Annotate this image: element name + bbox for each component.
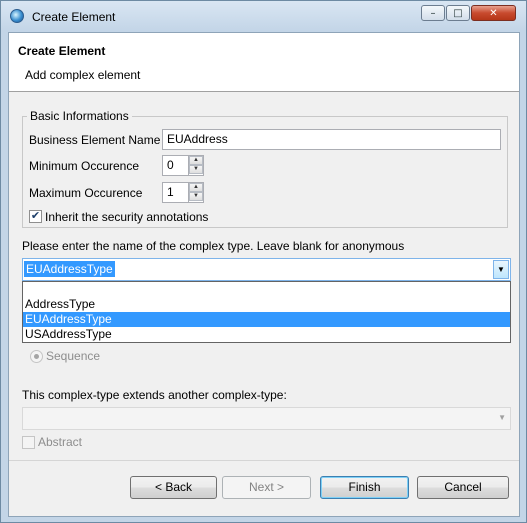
window-title: Create Element	[32, 10, 116, 24]
sequence-label: Sequence	[46, 349, 101, 363]
finish-button[interactable]: Finish	[320, 476, 409, 499]
minimum-occurence-label: Minimum Occurence	[29, 159, 140, 173]
business-element-name-label: Business Element Name	[29, 133, 161, 147]
complex-type-selected-text[interactable]: EUAddressType	[24, 261, 115, 277]
maximum-occurence-label: Maximum Occurence	[29, 186, 143, 200]
back-button[interactable]: < Back	[130, 476, 217, 499]
dropdown-option-usaddresstype[interactable]: USAddressType	[23, 327, 510, 342]
basic-info-legend: Basic Informations	[27, 109, 132, 123]
cancel-button[interactable]: Cancel	[417, 476, 509, 499]
chevron-down-icon: ▼	[498, 413, 506, 422]
wizard-header: Create Element Add complex element	[9, 33, 519, 92]
header-subtitle: Add complex element	[25, 68, 141, 82]
maximum-occurence-spinner[interactable]: ▲ ▼	[189, 182, 204, 203]
abstract-checkbox[interactable]	[22, 436, 35, 449]
next-button[interactable]: Next >	[222, 476, 311, 499]
inherit-security-checkbox[interactable]: ✔	[29, 210, 42, 223]
sequence-radio[interactable]	[30, 350, 43, 363]
app-icon	[10, 9, 24, 23]
spin-up-icon[interactable]: ▲	[189, 183, 203, 192]
inherit-security-label[interactable]: Inherit the security annotations	[45, 210, 208, 224]
minimum-occurence-spinner[interactable]: ▲ ▼	[189, 155, 204, 176]
maximum-occurence-input[interactable]: 1	[162, 182, 189, 203]
header-title: Create Element	[18, 44, 106, 58]
complex-type-dropdown-list[interactable]: AddressType EUAddressType USAddressType	[22, 281, 511, 343]
complex-type-combo[interactable]: EUAddressType ▼	[22, 258, 511, 281]
dropdown-option-euaddresstype[interactable]: EUAddressType	[23, 312, 510, 327]
minimum-occurence-input[interactable]: 0	[162, 155, 189, 176]
extends-label: This complex-type extends another comple…	[22, 388, 287, 402]
complex-type-prompt: Please enter the name of the complex typ…	[22, 239, 405, 253]
title-bar[interactable]: Create Element – □ ✕	[1, 1, 526, 31]
create-element-window: Create Element – □ ✕ Create Element Add …	[0, 0, 527, 523]
maximize-button[interactable]: □	[446, 5, 470, 21]
dropdown-option-blank[interactable]	[23, 282, 510, 297]
close-button[interactable]: ✕	[471, 5, 516, 21]
minimize-button[interactable]: –	[421, 5, 445, 21]
extends-combo[interactable]: ▼	[22, 407, 511, 430]
abstract-label: Abstract	[38, 435, 83, 449]
spin-down-icon[interactable]: ▼	[189, 165, 203, 174]
business-element-name-input[interactable]: EUAddress	[162, 129, 501, 150]
combo-dropdown-arrow-icon[interactable]: ▼	[493, 260, 509, 279]
footer-divider	[9, 460, 519, 461]
dropdown-option-addresstype[interactable]: AddressType	[23, 297, 510, 312]
dialog-client-area: Create Element Add complex element Basic…	[8, 32, 520, 517]
spin-down-icon[interactable]: ▼	[189, 192, 203, 201]
spin-up-icon[interactable]: ▲	[189, 156, 203, 165]
